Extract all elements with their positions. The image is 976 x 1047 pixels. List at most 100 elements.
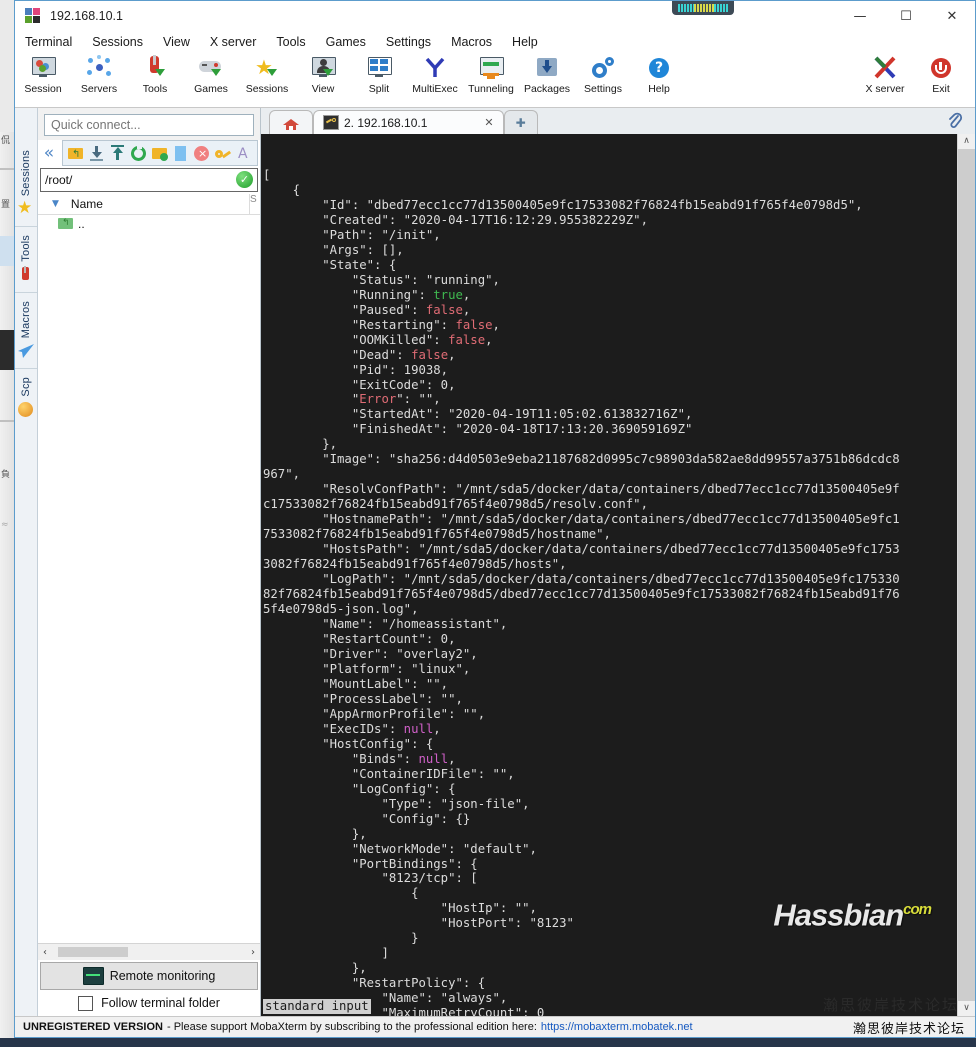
text-mode-icon[interactable]: A — [235, 145, 253, 162]
tab-home[interactable] — [269, 110, 313, 134]
toolbar-view-label: View — [311, 83, 335, 95]
toolbar-tunneling-button[interactable]: Tunneling — [463, 55, 519, 95]
column-header-size[interactable]: S — [249, 194, 260, 214]
sftp-browser-pane: « ↰ — [38, 108, 261, 1016]
refresh-icon[interactable] — [130, 144, 148, 162]
download-icon[interactable] — [88, 145, 106, 162]
toolbar-right-group: X server Exit — [857, 55, 969, 95]
terminal-line: "Dead": false, — [263, 347, 456, 362]
terminal-output[interactable]: [ { "Id": "dbed77ecc1cc77d13500405e9fc17… — [261, 134, 957, 1016]
rail-section-tools[interactable]: Tools — [15, 229, 37, 293]
terminal-line: "ProcessLabel": "", — [263, 691, 463, 706]
rail-section-sessions[interactable]: Sessions ★ — [15, 144, 37, 228]
terminal-line: "LogConfig": { — [263, 781, 456, 796]
menu-terminal[interactable]: Terminal — [25, 35, 72, 49]
chevron-double-left-icon[interactable]: « — [38, 143, 60, 163]
window-body: Sessions ★ Tools Macros Scp Quick connec… — [15, 108, 975, 1016]
permissions-key-icon[interactable] — [214, 145, 232, 162]
close-button[interactable]: ✕ — [929, 1, 975, 31]
toolbar-packages-button[interactable]: Packages — [519, 55, 575, 95]
menu-x-server[interactable]: X server — [210, 35, 257, 49]
new-tab-button[interactable]: ✚ — [503, 110, 538, 134]
terminal-line: "NetworkMode": "default", — [263, 841, 537, 856]
minimize-button[interactable]: — — [837, 1, 883, 31]
menu-macros[interactable]: Macros — [451, 35, 492, 49]
terminal-line: "Name": "/homeassistant", — [263, 617, 508, 631]
remote-monitoring-button[interactable]: Remote monitoring — [40, 962, 258, 990]
terminal-line: "StartedAt": "2020-04-19T11:05:02.613832… — [263, 407, 693, 422]
terminal-vertical-scrollbar[interactable]: ∧ ∨ — [957, 134, 975, 1016]
monitor-graph-icon — [82, 967, 104, 985]
scroll-up-arrow[interactable]: ∧ — [963, 134, 970, 149]
menu-settings[interactable]: Settings — [386, 35, 431, 49]
menu-sessions[interactable]: Sessions — [92, 35, 143, 49]
follow-terminal-folder-row[interactable]: Follow terminal folder — [38, 990, 260, 1016]
menu-view[interactable]: View — [163, 35, 190, 49]
tab-close-icon[interactable]: ✕ — [484, 116, 493, 129]
toolbar-view-button[interactable]: View — [295, 55, 351, 95]
delete-icon[interactable]: × — [193, 145, 211, 162]
scroll-down-arrow[interactable]: ∨ — [963, 1001, 970, 1016]
menu-help[interactable]: Help — [512, 35, 538, 49]
paperclip-icon[interactable] — [947, 112, 963, 130]
toolbar-sessions-button[interactable]: ★ Sessions — [239, 55, 295, 95]
toolbar-settings-button[interactable]: Settings — [575, 55, 631, 95]
list-item[interactable]: ↰ .. — [38, 215, 260, 233]
maximize-button[interactable]: ☐ — [883, 1, 929, 31]
status-message: - Please support MobaXterm by subscribin… — [166, 1021, 537, 1033]
column-header-name[interactable]: Name — [71, 197, 103, 211]
toolbar-packages-label: Packages — [523, 83, 571, 95]
file-list-header: ▼ Name S — [38, 194, 260, 215]
rail-section-macros[interactable]: Macros — [15, 295, 37, 370]
rail-section-scp[interactable]: Scp — [15, 371, 37, 427]
rail-label-scp: Scp — [20, 377, 32, 397]
toolbar-games-button[interactable]: Games — [183, 55, 239, 95]
sort-caret-icon[interactable]: ▼ — [52, 199, 59, 209]
terminal-line: "Id": "dbed77ecc1cc77d13500405e9fc175330… — [263, 197, 863, 212]
session-monitor-icon — [29, 55, 57, 81]
up-folder-icon[interactable]: ↰ — [67, 145, 85, 162]
toolbar-multiexec-button[interactable]: MultiExec — [407, 55, 463, 95]
tab-bar: 2. 192.168.10.1 ✕ ✚ — [261, 108, 975, 134]
toolbar-tools-button[interactable]: Tools — [127, 55, 183, 95]
horizontal-scrollbar[interactable]: ‹ › — [38, 943, 260, 960]
toolbar-x-server-button[interactable]: X server — [857, 55, 913, 95]
swiss-knife-icon — [17, 265, 35, 284]
mobaxterm-link[interactable]: https://mobaxterm.mobatek.net — [541, 1021, 693, 1033]
file-list[interactable]: ↰ .. — [38, 215, 260, 943]
pager-status-line: standard input — [263, 999, 371, 1014]
terminal-line: "HostnamePath": "/mnt/sda5/docker/data/c… — [263, 512, 900, 527]
menu-tools[interactable]: Tools — [276, 35, 305, 49]
toolbar-exit-button[interactable]: Exit — [913, 55, 969, 95]
toolbar-help-button[interactable]: ? Help — [631, 55, 687, 95]
terminal-line: "HostsPath": "/mnt/sda5/docker/data/cont… — [263, 542, 900, 557]
terminal-line: "Created": "2020-04-17T16:12:29.95538222… — [263, 212, 648, 227]
scroll-left-arrow[interactable]: ‹ — [38, 947, 52, 958]
terminal-lines: [ { "Id": "dbed77ecc1cc77d13500405e9fc17… — [261, 168, 957, 1016]
follow-terminal-checkbox[interactable] — [78, 995, 94, 1011]
scroll-right-arrow[interactable]: › — [246, 947, 260, 958]
terminal-line: "PortBindings": { — [263, 856, 478, 871]
menu-games[interactable]: Games — [326, 35, 366, 49]
tab-session-192-168-10-1[interactable]: 2. 192.168.10.1 ✕ — [313, 110, 504, 134]
new-folder-icon[interactable] — [151, 145, 169, 162]
terminal-line: "HostIp": "", — [263, 901, 537, 916]
new-file-icon[interactable] — [172, 145, 190, 162]
terminal-line: ] — [263, 946, 389, 961]
fork-shape — [425, 57, 445, 77]
toolbar-games-label: Games — [194, 83, 228, 95]
swiss-knife-icon — [141, 55, 169, 81]
path-bar[interactable]: /root/ ✓ — [40, 168, 258, 192]
toolbar-split-button[interactable]: Split — [351, 55, 407, 95]
toolbar-servers-button[interactable]: Servers — [71, 55, 127, 95]
terminal-line: } — [263, 931, 419, 946]
window-title: 192.168.10.1 — [50, 9, 123, 23]
upload-icon[interactable] — [109, 144, 127, 162]
quick-connect-input[interactable] — [44, 114, 254, 136]
toolbar-session-button[interactable]: Session — [15, 55, 71, 95]
power-exit-icon — [927, 55, 955, 81]
terminal-line: "State": { — [263, 257, 397, 272]
vscroll-track[interactable] — [958, 149, 975, 1001]
hscroll-thumb[interactable] — [58, 947, 128, 957]
paper-plane-icon — [17, 342, 35, 360]
